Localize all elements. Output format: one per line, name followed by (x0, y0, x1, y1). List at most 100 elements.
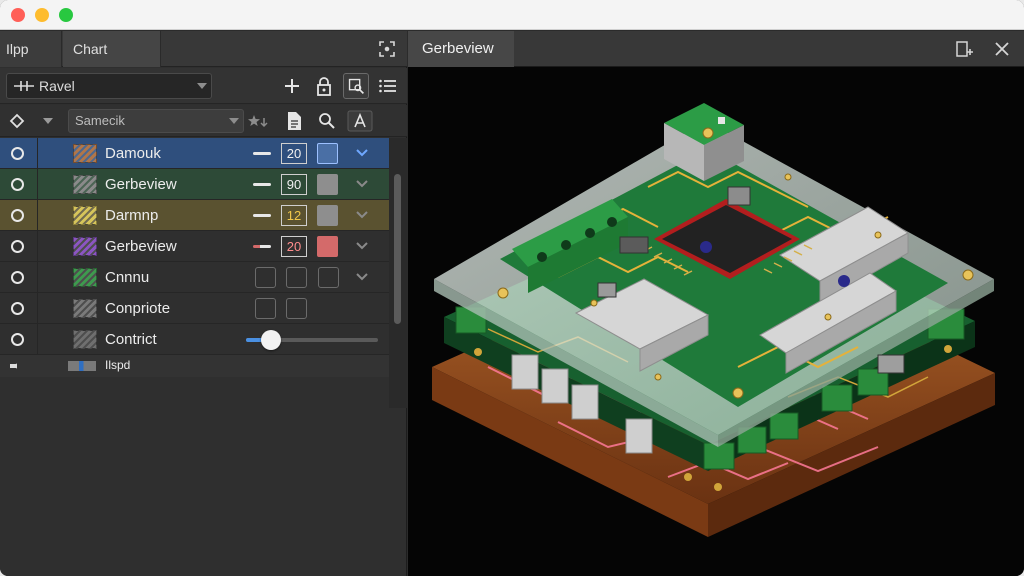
speaker-icon[interactable] (10, 361, 24, 371)
layer-name: Conprіote (105, 300, 171, 317)
net-icon (14, 81, 34, 91)
layer-color-button[interactable] (317, 205, 338, 226)
layer-name: Gerbeview (105, 238, 177, 255)
layer-color-swatch[interactable] (73, 268, 97, 287)
empty-checkbox[interactable] (318, 267, 339, 288)
chevron-down-icon (229, 118, 239, 124)
focus-icon[interactable] (377, 39, 397, 59)
highlight-icon[interactable] (347, 110, 373, 132)
layer-color-swatch[interactable] (73, 330, 97, 349)
search-icon[interactable] (318, 112, 336, 130)
new-window-icon[interactable] (954, 39, 974, 59)
layer-color-swatch[interactable] (73, 299, 97, 318)
opacity-slider[interactable] (246, 330, 378, 350)
chevron-down-icon[interactable] (355, 179, 369, 189)
layer-color-swatch[interactable] (73, 144, 97, 163)
tab-ilpp[interactable]: Ilpp (0, 31, 62, 67)
layer-color-button[interactable] (317, 143, 338, 164)
tab-gerbeview[interactable]: Gerbeview (408, 31, 514, 67)
layer-select-value: Ravel (39, 78, 75, 94)
visibility-toggle[interactable] (11, 271, 24, 284)
empty-checkbox[interactable] (255, 298, 276, 319)
layer-row[interactable]: Cnnnu (0, 262, 389, 293)
lock-layer-button[interactable] (311, 73, 337, 99)
layer-color-swatch[interactable] (73, 237, 97, 256)
chevron-down-icon[interactable] (355, 241, 369, 251)
line-style-indicator (253, 214, 271, 217)
column-divider (37, 324, 38, 355)
layers-panel: Ilpp Chart Ravel Samecik Damouk 20 Gerbe… (0, 31, 407, 576)
layer-name: Damouk (105, 145, 161, 162)
layer-color-button[interactable] (317, 236, 338, 257)
layer-name: Cnnnu (105, 269, 150, 286)
empty-checkbox[interactable] (286, 298, 307, 319)
column-divider (37, 169, 38, 200)
left-tab-bar: Ilpp Chart (0, 31, 407, 67)
maximize-window-button[interactable] (59, 8, 73, 22)
layer-row[interactable]: Damouk 20 (0, 138, 389, 169)
line-style-indicator (253, 183, 271, 186)
layer-row[interactable]: Gerbeview 90 (0, 169, 389, 200)
layer-list-footer: Ilspd (0, 355, 389, 377)
visibility-toggle[interactable] (11, 240, 24, 253)
column-divider (37, 200, 38, 231)
layer-name: Darmnp (105, 207, 159, 224)
layer-value-field[interactable]: 90 (281, 174, 307, 195)
layer-value-field[interactable]: 20 (281, 236, 307, 257)
layer-color-swatch[interactable] (73, 175, 97, 194)
pcb-3d-viewport[interactable] (408, 67, 1024, 576)
title-bar (0, 0, 1024, 30)
layer-row[interactable]: Conprіote (0, 293, 389, 324)
inspect-layer-button[interactable] (343, 73, 369, 99)
layer-value-field[interactable]: 20 (281, 143, 307, 164)
line-style-indicator (253, 152, 271, 155)
column-divider (37, 231, 38, 262)
add-layer-button[interactable] (279, 73, 305, 99)
layer-toolbar: Ravel (0, 68, 407, 104)
visibility-toggle[interactable] (11, 147, 24, 160)
list-view-button[interactable] (375, 73, 401, 99)
layer-row[interactable]: Contrict (0, 324, 389, 355)
chevron-down-icon[interactable] (43, 118, 53, 124)
chevron-down-icon (197, 83, 207, 89)
app-window: Ilpp Chart Ravel Samecik Damouk 20 Gerbe… (0, 0, 1024, 576)
layer-row[interactable]: Darmnp 12 (0, 200, 389, 231)
visibility-toggle[interactable] (11, 302, 24, 315)
minimize-window-button[interactable] (35, 8, 49, 22)
right-tab-bar: Gerbeview (408, 31, 1024, 67)
layer-name: Gerbeview (105, 176, 177, 193)
column-divider (37, 262, 38, 293)
star-sort-icon[interactable] (248, 113, 270, 129)
layer-color-swatch[interactable] (73, 206, 97, 225)
empty-checkbox[interactable] (286, 267, 307, 288)
visibility-toggle[interactable] (11, 209, 24, 222)
layer-list-scrollbar[interactable] (389, 138, 407, 408)
tab-chart[interactable]: Chart (63, 31, 161, 67)
visibility-toggle[interactable] (11, 333, 24, 346)
layer-value-field[interactable]: 12 (281, 205, 307, 226)
layer-row[interactable]: Gerbeview 20 (0, 231, 389, 262)
layer-group-icon (68, 361, 96, 371)
layer-select[interactable]: Ravel (6, 73, 212, 99)
chevron-down-icon[interactable] (355, 210, 369, 220)
footer-label: Ilspd (105, 358, 131, 372)
diamond-icon[interactable] (9, 113, 25, 129)
chevron-down-icon[interactable] (355, 148, 369, 158)
chevron-down-icon[interactable] (355, 272, 369, 282)
column-divider (37, 293, 38, 324)
slider-thumb[interactable] (261, 330, 282, 350)
layer-color-button[interactable] (317, 174, 338, 195)
empty-checkbox[interactable] (255, 267, 276, 288)
layer-name: Contrict (105, 331, 157, 348)
close-window-button[interactable] (11, 8, 25, 22)
column-divider (37, 138, 38, 169)
close-icon[interactable] (992, 39, 1012, 59)
filter-select-value: Samecik (75, 113, 125, 128)
layer-list: Damouk 20 Gerbeview 90 Darmnp 12 Gerbeview 20 Cn… (0, 138, 389, 377)
gerber-view-panel: Gerbeview (408, 31, 1024, 576)
document-icon[interactable] (285, 111, 303, 131)
filter-select[interactable]: Samecik (68, 109, 244, 133)
scrollbar-thumb[interactable] (394, 174, 401, 324)
filter-toolbar: Samecik (0, 105, 407, 137)
visibility-toggle[interactable] (11, 178, 24, 191)
